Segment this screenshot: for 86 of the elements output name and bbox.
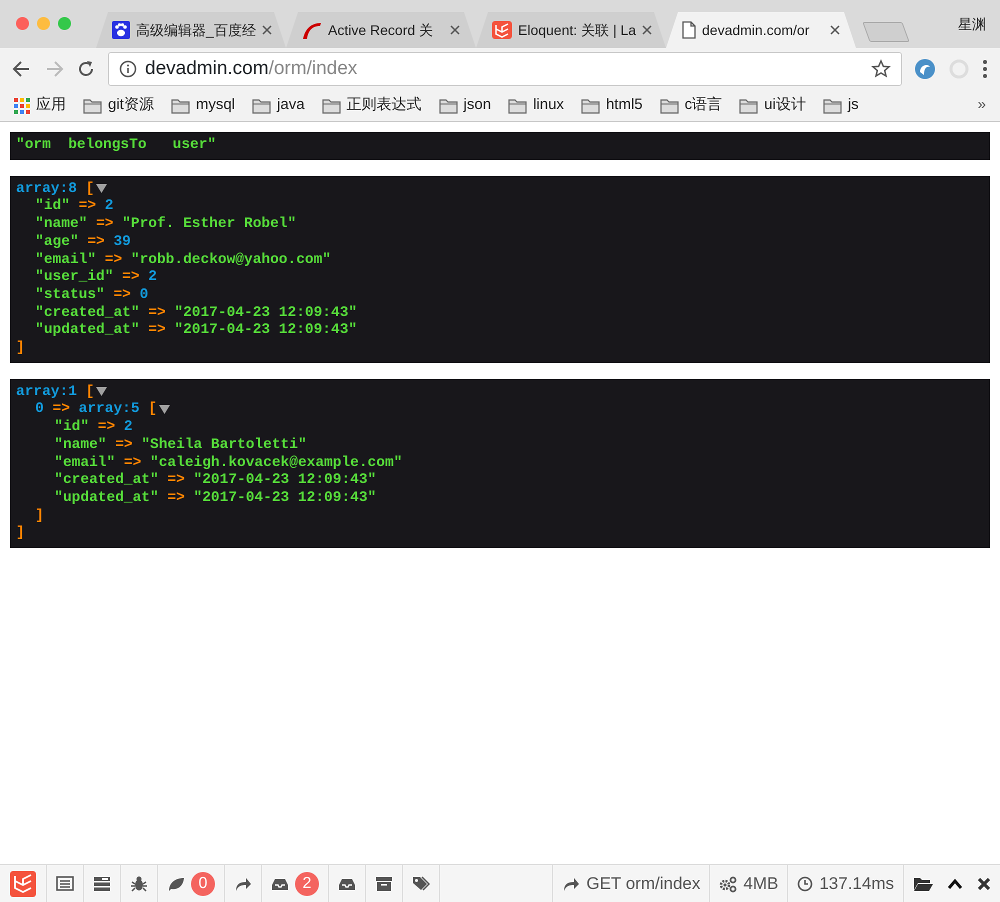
apps-icon	[14, 98, 30, 114]
gears-icon	[719, 874, 738, 892]
bookmark[interactable]: ui设计	[739, 94, 806, 117]
reload-icon[interactable]	[76, 59, 96, 79]
folder-icon	[660, 98, 679, 114]
close-icon[interactable]	[642, 25, 652, 35]
toggle-icon[interactable]	[96, 182, 108, 193]
info-icon	[119, 60, 137, 78]
bookmark[interactable]: 正则表达式	[322, 94, 422, 117]
bookmark[interactable]: java	[252, 94, 305, 117]
dump-entry: "name" => "Prof. Esther Robel"	[35, 216, 298, 234]
time-info: 137.14ms	[787, 865, 903, 902]
address-bar[interactable]: devadmin.com/orm/index	[108, 52, 902, 86]
folder-icon	[252, 98, 272, 114]
folder-icon	[438, 98, 458, 114]
laravel-icon	[492, 21, 512, 39]
rails-icon	[302, 21, 322, 39]
folder-icon	[322, 98, 341, 114]
close-bracket: ]	[35, 508, 44, 524]
folder-icon	[739, 98, 758, 114]
dump-entry: "created_at" => "2017-04-23 12:09:43"	[54, 472, 378, 490]
close-icon[interactable]	[262, 25, 272, 35]
page-icon	[682, 21, 696, 39]
close-icon[interactable]	[450, 25, 460, 35]
browser-tab[interactable]: Eloquent: 关联 | La	[476, 12, 666, 48]
bookmark[interactable]: mysql	[170, 94, 236, 117]
open-bracket: [	[86, 384, 94, 400]
dump-string: "orm belongsTo user"	[16, 137, 216, 153]
extension-icon[interactable]	[914, 58, 936, 80]
bookmark[interactable]: c语言	[660, 94, 722, 117]
close-bracket: ]	[16, 525, 25, 542]
star-icon[interactable]	[871, 59, 891, 79]
open-bracket: [	[148, 401, 157, 418]
dump-entry: "user_id" => 2	[35, 269, 158, 287]
browser-tab[interactable]: Active Record 关	[286, 12, 476, 48]
dump-entry: "id" => 2	[35, 198, 114, 216]
folder-icon	[508, 98, 528, 114]
dump-entry: "age" => 39	[35, 234, 132, 252]
dump-entry: "id" => 2	[54, 419, 134, 437]
folder-icon	[580, 98, 600, 114]
bars-icon	[93, 874, 111, 892]
route-info: GET orm/index	[552, 865, 710, 902]
folder-icon	[822, 98, 842, 114]
array-type-label: array:8	[16, 180, 77, 197]
list-icon	[56, 874, 74, 892]
clock-icon	[797, 876, 814, 892]
browser-tab[interactable]: devadmin.com/or	[666, 12, 856, 48]
tags-icon	[412, 874, 430, 892]
paw-icon	[112, 21, 130, 39]
array-type-label: array:5	[78, 401, 140, 418]
bookmark[interactable]: linux	[508, 94, 564, 117]
close-bracket: ]	[16, 340, 25, 356]
array-type-label: array:1	[16, 384, 77, 400]
back-icon[interactable]	[12, 59, 32, 79]
bookmark[interactable]: git资源	[83, 94, 154, 117]
close-icon[interactable]	[830, 25, 840, 35]
dump-entry: "email" => "caleigh.kovacek@example.com"	[54, 454, 404, 472]
menu-icon[interactable]	[982, 59, 988, 79]
dump-entry: "email" => "robb.deckow@yahoo.com"	[35, 252, 332, 270]
folder-icon	[83, 98, 102, 114]
bookmark[interactable]: 应用	[14, 94, 66, 117]
open-bracket: [	[86, 180, 94, 197]
toggle-icon[interactable]	[96, 386, 108, 396]
array-index: 0	[35, 401, 44, 418]
dump-arrow: =>	[52, 401, 70, 418]
dump-entry: "updated_at" => "2017-04-23 12:09:43"	[54, 490, 378, 508]
url-text: devadmin.com/orm/index	[145, 56, 358, 81]
close-icon[interactable]	[977, 876, 991, 890]
bug-icon	[130, 874, 148, 892]
more-bookmarks-button[interactable]: »	[978, 94, 986, 117]
dump-entry: "status" => 0	[35, 286, 150, 305]
folder-icon[interactable]	[913, 876, 933, 892]
toggle-icon[interactable]	[158, 404, 170, 414]
browser-tab[interactable]: 高级编辑器_百度经	[96, 12, 286, 48]
bookmark[interactable]: html5	[580, 94, 643, 117]
dump-entry: "created_at" => "2017-04-23 12:09:43"	[35, 304, 358, 322]
bookmark[interactable]: json	[438, 94, 492, 117]
bookmark[interactable]: js	[822, 94, 859, 117]
folder-icon	[170, 98, 190, 114]
profile-name[interactable]: 星渊	[958, 14, 986, 34]
memory-info: 4MB	[709, 865, 788, 902]
dump-entry: "name" => "Sheila Bartoletti"	[54, 436, 308, 455]
archive-icon	[375, 874, 393, 892]
dump-entry: "updated_at" => "2017-04-23 12:09:43"	[35, 322, 358, 340]
caret-up-icon[interactable]	[947, 878, 963, 890]
laravel-logo[interactable]	[10, 870, 36, 896]
